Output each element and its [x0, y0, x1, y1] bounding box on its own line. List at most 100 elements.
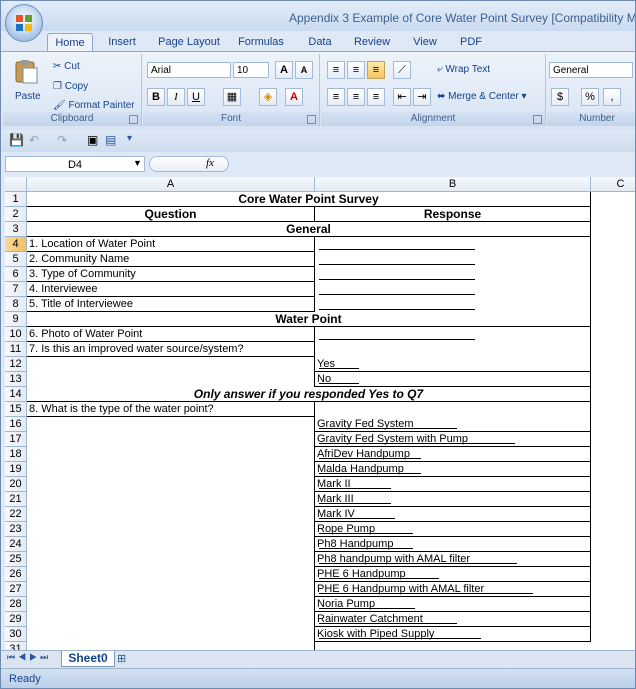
borders-icon[interactable]: ▦: [223, 88, 241, 106]
row-header[interactable]: 27: [5, 582, 27, 597]
empty-cell[interactable]: [591, 297, 635, 312]
align-center-icon[interactable]: ≡: [347, 88, 365, 106]
align-bottom-icon[interactable]: ≡: [367, 61, 385, 79]
sheet-tab-sheet0[interactable]: Sheet0: [61, 651, 115, 667]
response-cell[interactable]: [315, 327, 591, 342]
response-cell[interactable]: [315, 297, 591, 312]
empty-cell[interactable]: [591, 417, 635, 432]
sheet-nav-icons[interactable]: ⏮◀▶⏭: [7, 652, 51, 663]
italic-button[interactable]: I: [167, 88, 185, 106]
response-header-cell[interactable]: Response: [315, 207, 591, 222]
tab-formulas[interactable]: Formulas: [233, 33, 289, 51]
name-box-dropdown-icon[interactable]: ▼: [133, 158, 142, 168]
empty-cell[interactable]: [591, 402, 635, 417]
empty-cell[interactable]: [591, 207, 635, 222]
response-cell[interactable]: AfriDev Handpump: [315, 447, 591, 462]
row-header[interactable]: 25: [5, 552, 27, 567]
question-cell[interactable]: 6. Photo of Water Point: [27, 327, 315, 342]
empty-cell[interactable]: [591, 642, 635, 650]
cut-button[interactable]: ✂ Cut: [53, 58, 80, 76]
grow-font-button[interactable]: A: [275, 61, 293, 79]
empty-cell[interactable]: [591, 312, 635, 327]
response-cell[interactable]: Mark III: [315, 492, 591, 507]
response-cell[interactable]: Gravity Fed System: [315, 417, 591, 432]
note-cell[interactable]: Only answer if you responded Yes to Q7: [27, 387, 591, 402]
increase-indent-icon[interactable]: ⇥: [413, 88, 431, 106]
empty-cell[interactable]: [591, 222, 635, 237]
response-cell[interactable]: No: [315, 372, 591, 387]
number-format-select[interactable]: General: [549, 62, 633, 78]
row-header[interactable]: 16: [5, 417, 27, 432]
align-top-icon[interactable]: ≡: [327, 61, 345, 79]
row-header[interactable]: 6: [5, 267, 27, 282]
question-cell[interactable]: [27, 372, 315, 387]
question-cell[interactable]: [27, 447, 315, 462]
row-header[interactable]: 30: [5, 627, 27, 642]
question-cell[interactable]: 7. Is this an improved water source/syst…: [27, 342, 315, 357]
font-color-icon[interactable]: A: [285, 88, 303, 106]
response-cell[interactable]: Ph8 handpump with AMAL filter: [315, 552, 591, 567]
comma-button[interactable]: ,: [603, 88, 621, 106]
column-header-b[interactable]: B: [315, 177, 591, 192]
row-header[interactable]: 29: [5, 612, 27, 627]
empty-cell[interactable]: [591, 567, 635, 582]
tab-pdf[interactable]: PDF: [453, 33, 489, 51]
font-size-select[interactable]: 10: [233, 62, 269, 78]
font-name-select[interactable]: Arial: [147, 62, 231, 78]
row-header[interactable]: 23: [5, 522, 27, 537]
section-header-cell[interactable]: Water Point: [27, 312, 591, 327]
response-cell[interactable]: Noria Pump: [315, 597, 591, 612]
row-header[interactable]: 11: [5, 342, 27, 357]
question-cell[interactable]: [27, 462, 315, 477]
empty-cell[interactable]: [591, 267, 635, 282]
save-icon[interactable]: 💾: [9, 133, 24, 147]
alignment-launcher-icon[interactable]: [533, 115, 542, 124]
align-right-icon[interactable]: ≡: [367, 88, 385, 106]
question-cell[interactable]: 4. Interviewee: [27, 282, 315, 297]
response-cell[interactable]: [315, 402, 591, 417]
response-cell[interactable]: Yes: [315, 357, 591, 372]
empty-cell[interactable]: [591, 432, 635, 447]
response-cell[interactable]: [315, 267, 591, 282]
row-header[interactable]: 3: [5, 222, 27, 237]
question-cell[interactable]: [27, 507, 315, 522]
response-cell[interactable]: Kiosk with Piped Supply: [315, 627, 591, 642]
row-header[interactable]: 8: [5, 297, 27, 312]
fx-icon[interactable]: fx: [206, 157, 214, 169]
response-cell[interactable]: [315, 252, 591, 267]
customize-qat-icon[interactable]: ▾: [127, 133, 132, 144]
question-cell[interactable]: [27, 537, 315, 552]
undo-icon[interactable]: ↶: [29, 133, 39, 147]
empty-cell[interactable]: [591, 282, 635, 297]
office-button[interactable]: [5, 4, 43, 42]
empty-cell[interactable]: [591, 252, 635, 267]
response-cell[interactable]: Rainwater Catchment: [315, 612, 591, 627]
empty-cell[interactable]: [591, 612, 635, 627]
section-header-cell[interactable]: General: [27, 222, 591, 237]
question-cell[interactable]: [27, 357, 315, 372]
copy-button[interactable]: ❐ Copy: [53, 78, 88, 96]
empty-cell[interactable]: [591, 372, 635, 387]
question-cell[interactable]: [27, 432, 315, 447]
row-header[interactable]: 19: [5, 462, 27, 477]
response-cell[interactable]: [315, 237, 591, 252]
paste-button[interactable]: Paste: [15, 88, 41, 106]
empty-cell[interactable]: [591, 387, 635, 402]
question-cell[interactable]: [27, 417, 315, 432]
font-launcher-icon[interactable]: [307, 115, 316, 124]
survey-title-cell[interactable]: Core Water Point Survey: [27, 192, 591, 207]
question-cell[interactable]: [27, 567, 315, 582]
question-cell[interactable]: 2. Community Name: [27, 252, 315, 267]
merge-center-button[interactable]: ⬌ Merge & Center ▾: [437, 88, 527, 106]
empty-cell[interactable]: [591, 627, 635, 642]
response-cell[interactable]: [315, 642, 591, 650]
question-cell[interactable]: 1. Location of Water Point: [27, 237, 315, 252]
response-cell[interactable]: [315, 342, 591, 357]
question-cell[interactable]: [27, 612, 315, 627]
response-cell[interactable]: Gravity Fed System with Pump: [315, 432, 591, 447]
response-cell[interactable]: Ph8 Handpump: [315, 537, 591, 552]
row-header[interactable]: 9: [5, 312, 27, 327]
row-header[interactable]: 28: [5, 597, 27, 612]
row-header[interactable]: 7: [5, 282, 27, 297]
wrap-text-button[interactable]: ⤶ Wrap Text: [437, 61, 490, 79]
